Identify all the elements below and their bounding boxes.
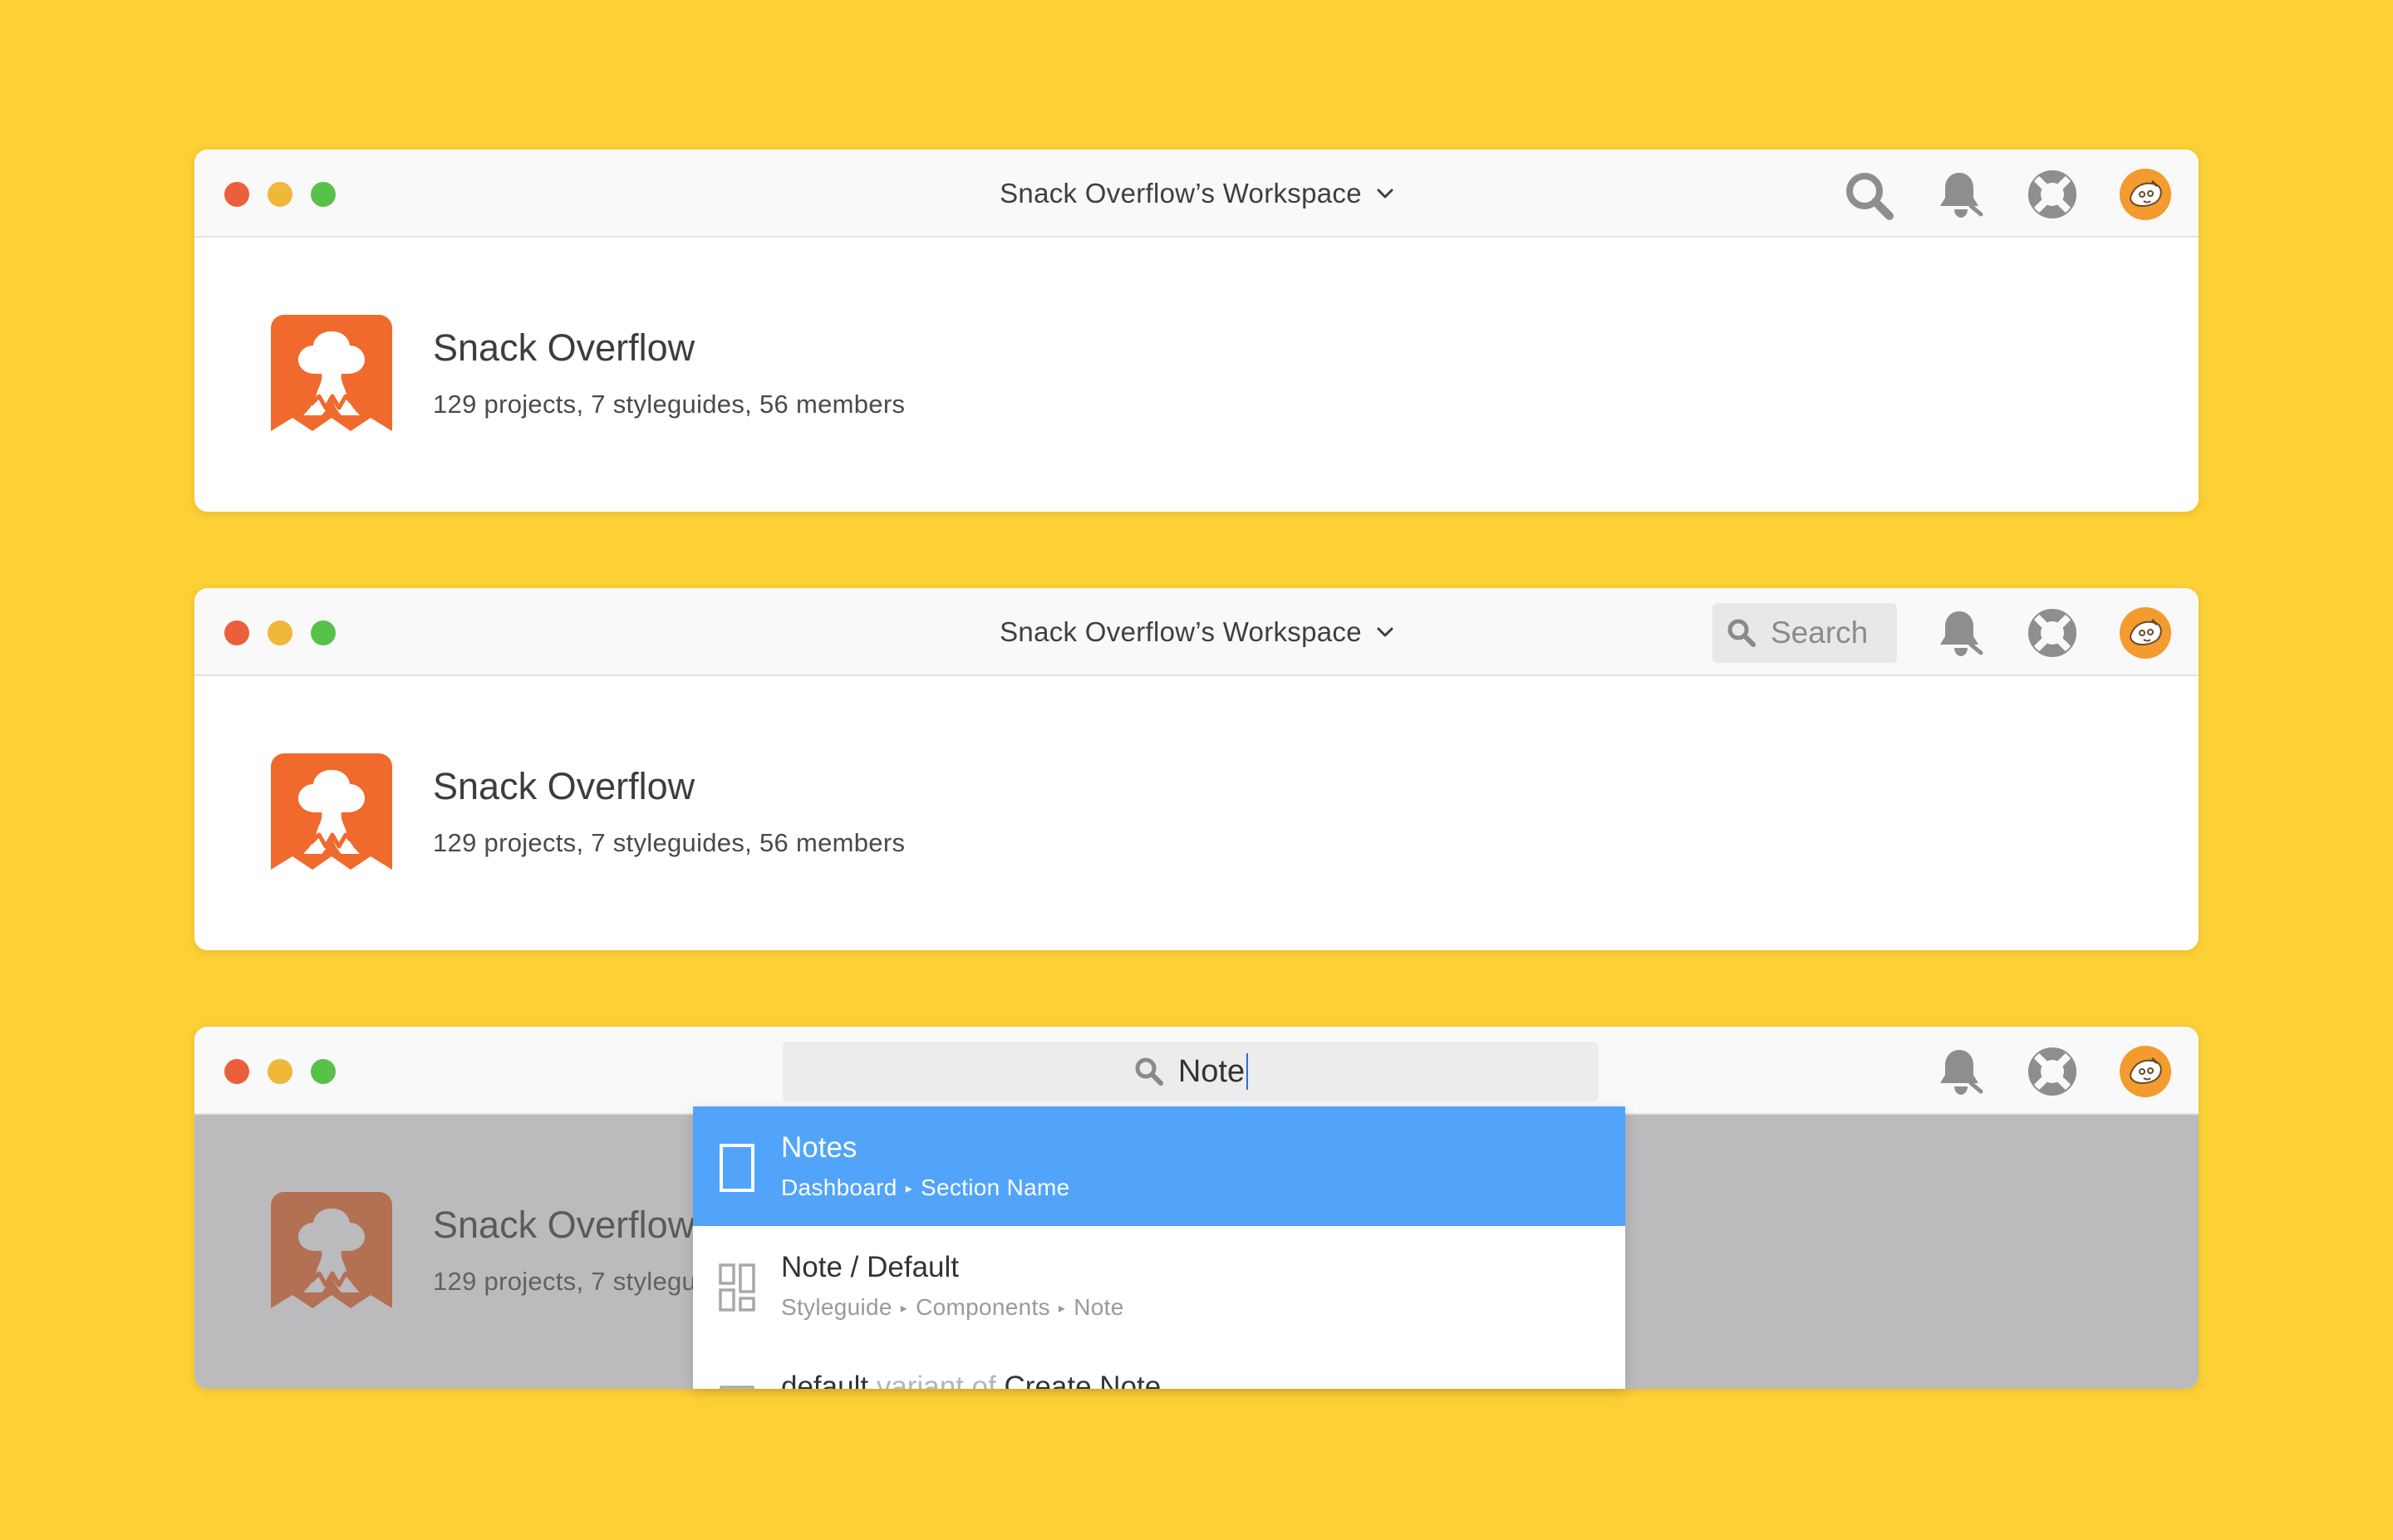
text-caret: [1246, 1053, 1249, 1090]
path-segment: Dashboard: [781, 1175, 897, 1200]
path-separator-icon: ▸: [900, 1302, 908, 1316]
search-result-item[interactable]: default variant of Create Note: [693, 1346, 1625, 1389]
workspace-window-1: Snack Overflow’s Workspace Snack Overflo…: [194, 150, 2199, 512]
user-avatar[interactable]: [2119, 1045, 2172, 1098]
path-separator-icon: ▸: [1058, 1302, 1066, 1316]
path-separator-icon: ▸: [905, 1182, 913, 1196]
search-result-item[interactable]: Note / Default Styleguide ▸ Components ▸ Not…: [693, 1226, 1625, 1346]
workspace-content: [194, 676, 2199, 950]
org-name[interactable]: Snack Overflow: [433, 326, 695, 370]
path-segment: Styleguide: [781, 1294, 892, 1320]
user-avatar[interactable]: [2119, 168, 2172, 221]
chevron-down-icon: [1377, 188, 1393, 199]
lifebuoy-icon[interactable]: [2026, 1045, 2079, 1098]
result-title-part: Create Note: [1004, 1371, 1162, 1389]
org-logo: [271, 315, 392, 436]
bell-icon[interactable]: [1934, 168, 1988, 221]
chevron-down-icon: [1377, 626, 1393, 638]
workspace-switcher[interactable]: Snack Overflow’s Workspace: [194, 150, 2199, 238]
artboard-icon: [720, 1144, 754, 1192]
title-bar: Snack Overflow’s Workspace Search: [194, 588, 2199, 676]
result-title-part: default: [781, 1371, 869, 1389]
search-icon: [1133, 1056, 1165, 1087]
search-result-item[interactable]: Notes Dashboard ▸ Section Name: [693, 1106, 1625, 1226]
bell-icon[interactable]: [1934, 606, 1988, 660]
org-stats: 129 projects, 7 styleguides, 56 members: [433, 390, 906, 419]
org-name[interactable]: Snack Overflow: [433, 765, 695, 808]
component-grid-icon: [719, 1263, 755, 1312]
minimize-button[interactable]: [268, 1059, 292, 1084]
result-title-part: variant of: [876, 1371, 996, 1389]
result-title: default variant of Create Note: [781, 1371, 1161, 1389]
title-bar: Snack Overflow’s Workspace: [194, 150, 2199, 238]
search-placeholder: Search: [1771, 616, 1869, 650]
result-title: Notes: [781, 1131, 857, 1164]
result-path: Styleguide ▸ Components ▸ Note: [781, 1294, 1124, 1321]
bell-icon[interactable]: [1934, 1045, 1988, 1098]
path-segment: Note: [1074, 1294, 1124, 1320]
path-segment: Components: [916, 1294, 1050, 1320]
workspace-title: Snack Overflow’s Workspace: [1000, 616, 1362, 647]
search-query: Note: [1177, 1053, 1246, 1089]
lifebuoy-icon[interactable]: [2026, 606, 2079, 660]
search-icon: [1726, 617, 1757, 649]
org-logo: [271, 753, 392, 875]
result-title: Note / Default: [781, 1251, 959, 1283]
user-avatar[interactable]: [2119, 606, 2172, 660]
workspace-content: [194, 238, 2199, 512]
result-path: Dashboard ▸ Section Name: [781, 1175, 1070, 1201]
search-input[interactable]: Note: [783, 1042, 1599, 1101]
search-box[interactable]: Search: [1712, 603, 1897, 663]
workspace-switcher[interactable]: Snack Overflow’s Workspace: [194, 588, 2199, 676]
close-button[interactable]: [224, 1059, 249, 1084]
workspace-window-2: Snack Overflow’s Workspace Search Snack …: [194, 588, 2199, 950]
title-bar: Note: [194, 1027, 2199, 1115]
org-stats: 129 projects, 7 styleguides, 56 members: [433, 828, 906, 857]
search-results-dropdown: Notes Dashboard ▸ Section Name Note / Defa…: [693, 1106, 1625, 1389]
path-segment: Section Name: [921, 1175, 1070, 1200]
lifebuoy-icon[interactable]: [2026, 168, 2079, 221]
zoom-button[interactable]: [311, 1059, 336, 1084]
search-icon[interactable]: [1843, 169, 1896, 223]
variant-icon: [720, 1386, 754, 1389]
workspace-title: Snack Overflow’s Workspace: [1000, 178, 1362, 208]
